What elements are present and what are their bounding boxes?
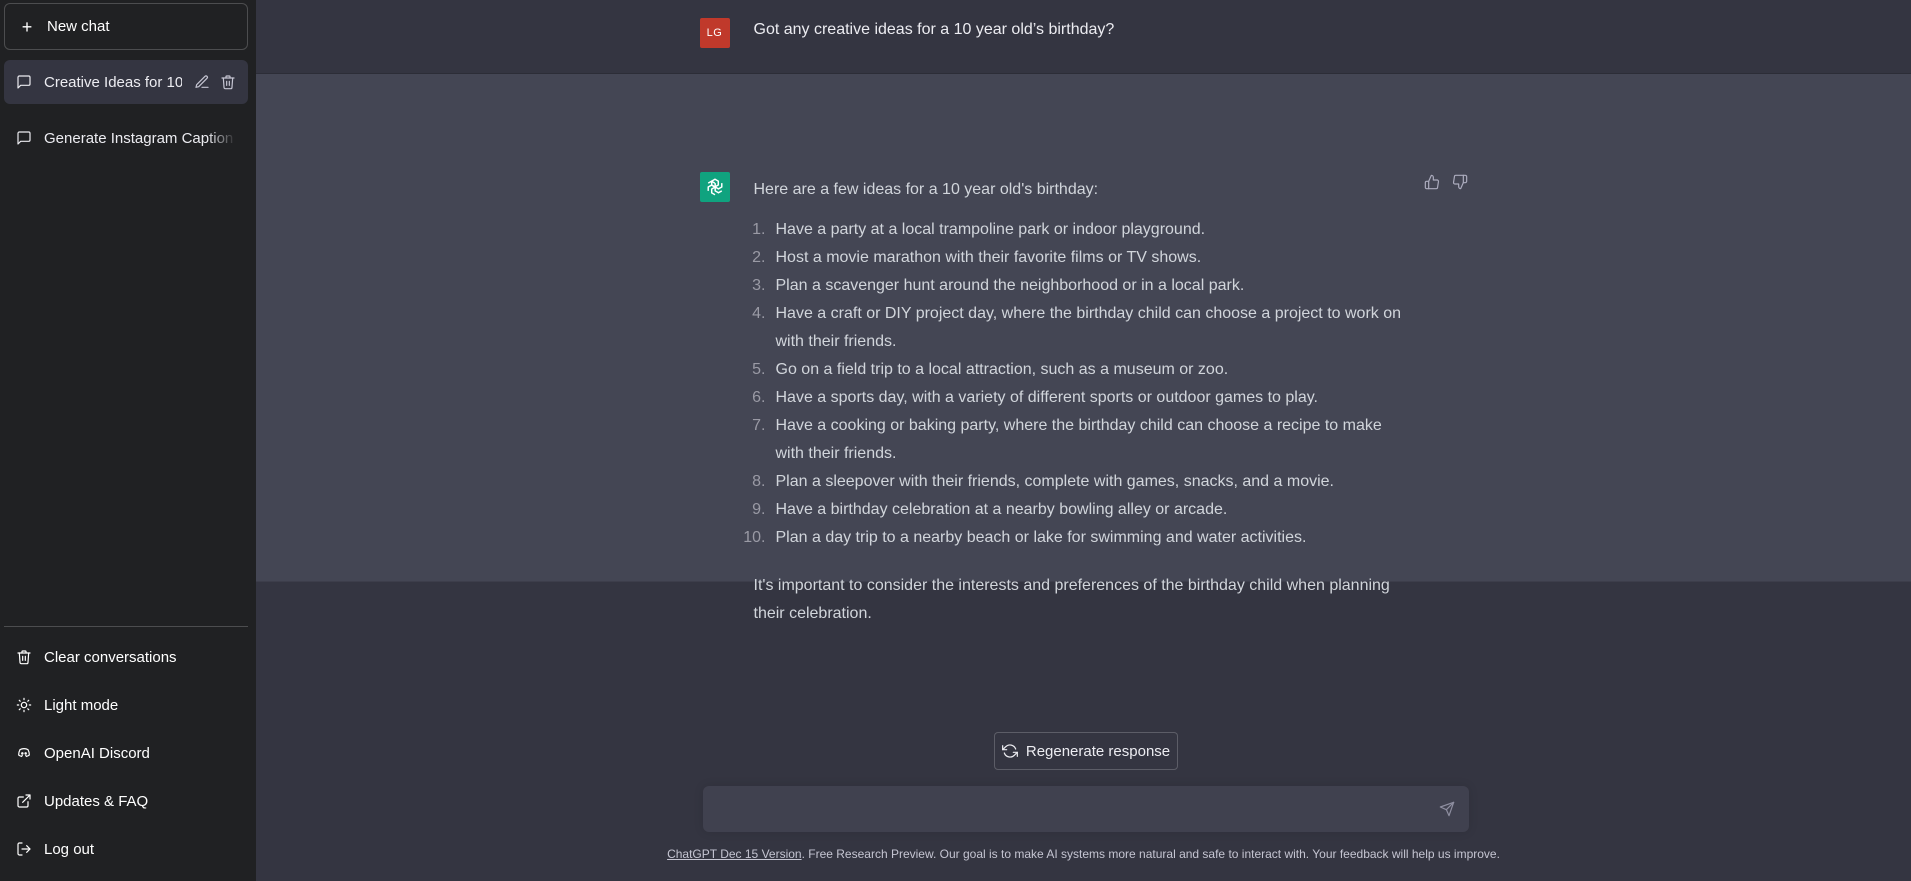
updates-faq-link[interactable]: Updates & FAQ bbox=[4, 777, 248, 825]
list-item: 3. Plan a scavenger hunt around the neigh… bbox=[752, 277, 1245, 294]
trash-icon[interactable] bbox=[220, 74, 236, 90]
chat-bubble-icon bbox=[16, 74, 32, 90]
conversation-actions bbox=[194, 74, 236, 90]
regenerate-label: Regenerate response bbox=[1025, 742, 1171, 760]
external-link-icon bbox=[16, 793, 32, 809]
new-chat-button[interactable]: + New chat bbox=[4, 3, 248, 50]
new-chat-label: New chat bbox=[47, 18, 110, 35]
light-mode-button[interactable]: Light mode bbox=[4, 681, 248, 729]
logout-icon bbox=[16, 841, 32, 857]
version-link[interactable]: ChatGPT Dec 15 Version bbox=[667, 847, 802, 861]
list-item: 2. Host a movie marathon with their favor… bbox=[752, 249, 1202, 266]
list-item: 4. Have a craft or DIY project day, where… bbox=[752, 305, 1402, 350]
sun-icon bbox=[16, 697, 32, 713]
sidebar: + New chat Creative Ideas for 10yr Gener… bbox=[0, 0, 256, 881]
message-input[interactable] bbox=[717, 797, 1439, 821]
thumbs-up-icon[interactable] bbox=[1424, 174, 1440, 190]
footer-disclaimer: ChatGPT Dec 15 Version. Free Research Pr… bbox=[256, 847, 1911, 861]
ideas-list: 1. Have a party at a local trampoline par… bbox=[743, 216, 1404, 552]
plus-icon: + bbox=[21, 16, 33, 37]
refresh-icon bbox=[1001, 743, 1018, 759]
updates-faq-label: Updates & FAQ bbox=[44, 792, 149, 810]
list-item: 6. Have a sports day, with a variety of d… bbox=[752, 389, 1318, 406]
app-window: + New chat Creative Ideas for 10yr Gener… bbox=[0, 0, 1911, 881]
sidebar-bottom-menu: Clear conversations Light mode OpenAI Di… bbox=[4, 626, 248, 873]
discord-icon bbox=[16, 745, 32, 761]
conversation-list: Creative Ideas for 10yr Generate Instagr… bbox=[4, 60, 248, 160]
list-item: 10. Plan a day trip to a nearby beach or … bbox=[743, 529, 1307, 546]
light-mode-label: Light mode bbox=[44, 696, 119, 714]
user-message: LG Got any creative ideas for a 10 year … bbox=[256, 0, 1911, 74]
openai-logo-icon bbox=[706, 178, 723, 196]
conversation-title: Creative Ideas for 10yr bbox=[44, 73, 182, 91]
footer-text: . Free Research Preview. Our goal is to … bbox=[801, 847, 1500, 861]
assistant-intro: Here are a few ideas for a 10 year old's… bbox=[753, 181, 1099, 198]
openai-discord-label: OpenAI Discord bbox=[44, 744, 150, 762]
clear-conversations-button[interactable]: Clear conversations bbox=[4, 633, 248, 681]
message-composer bbox=[703, 786, 1469, 832]
conversation-title: Generate Instagram Caption bbox=[44, 129, 234, 147]
conversation-item[interactable]: Generate Instagram Caption bbox=[4, 116, 248, 160]
thumbs-down-icon[interactable] bbox=[1452, 174, 1468, 190]
assistant-message-content: Here are a few ideas for a 10 year old's… bbox=[743, 176, 1404, 628]
chat-main: LG Got any creative ideas for a 10 year … bbox=[256, 0, 1911, 881]
assistant-message: Here are a few ideas for a 10 year old's… bbox=[256, 74, 1911, 622]
regenerate-response-button[interactable]: Regenerate response bbox=[994, 732, 1178, 770]
list-item: 1. Have a party at a local trampoline par… bbox=[752, 221, 1206, 238]
chat-bubble-icon bbox=[16, 130, 32, 146]
openai-discord-link[interactable]: OpenAI Discord bbox=[4, 729, 248, 777]
assistant-avatar bbox=[699, 172, 730, 202]
user-message-text: Got any creative ideas for a 10 year old… bbox=[753, 21, 1115, 38]
list-item: 9. Have a birthday celebration at a nearb… bbox=[752, 501, 1228, 518]
list-item: 5. Go on a field trip to a local attracti… bbox=[752, 361, 1229, 378]
log-out-label: Log out bbox=[44, 840, 95, 858]
feedback-buttons bbox=[1424, 174, 1468, 190]
log-out-button[interactable]: Log out bbox=[4, 825, 248, 873]
clear-conversations-label: Clear conversations bbox=[44, 648, 177, 666]
edit-icon[interactable] bbox=[194, 74, 210, 90]
assistant-closing: It's important to consider the interests… bbox=[753, 577, 1390, 622]
conversation-item-active[interactable]: Creative Ideas for 10yr bbox=[4, 60, 248, 104]
send-icon[interactable] bbox=[1439, 801, 1455, 817]
list-item: 7. Have a cooking or baking party, where … bbox=[752, 417, 1382, 462]
user-avatar: LG bbox=[699, 18, 730, 48]
trash-icon bbox=[16, 649, 32, 665]
list-item: 8. Plan a sleepover with their friends, c… bbox=[752, 473, 1334, 490]
